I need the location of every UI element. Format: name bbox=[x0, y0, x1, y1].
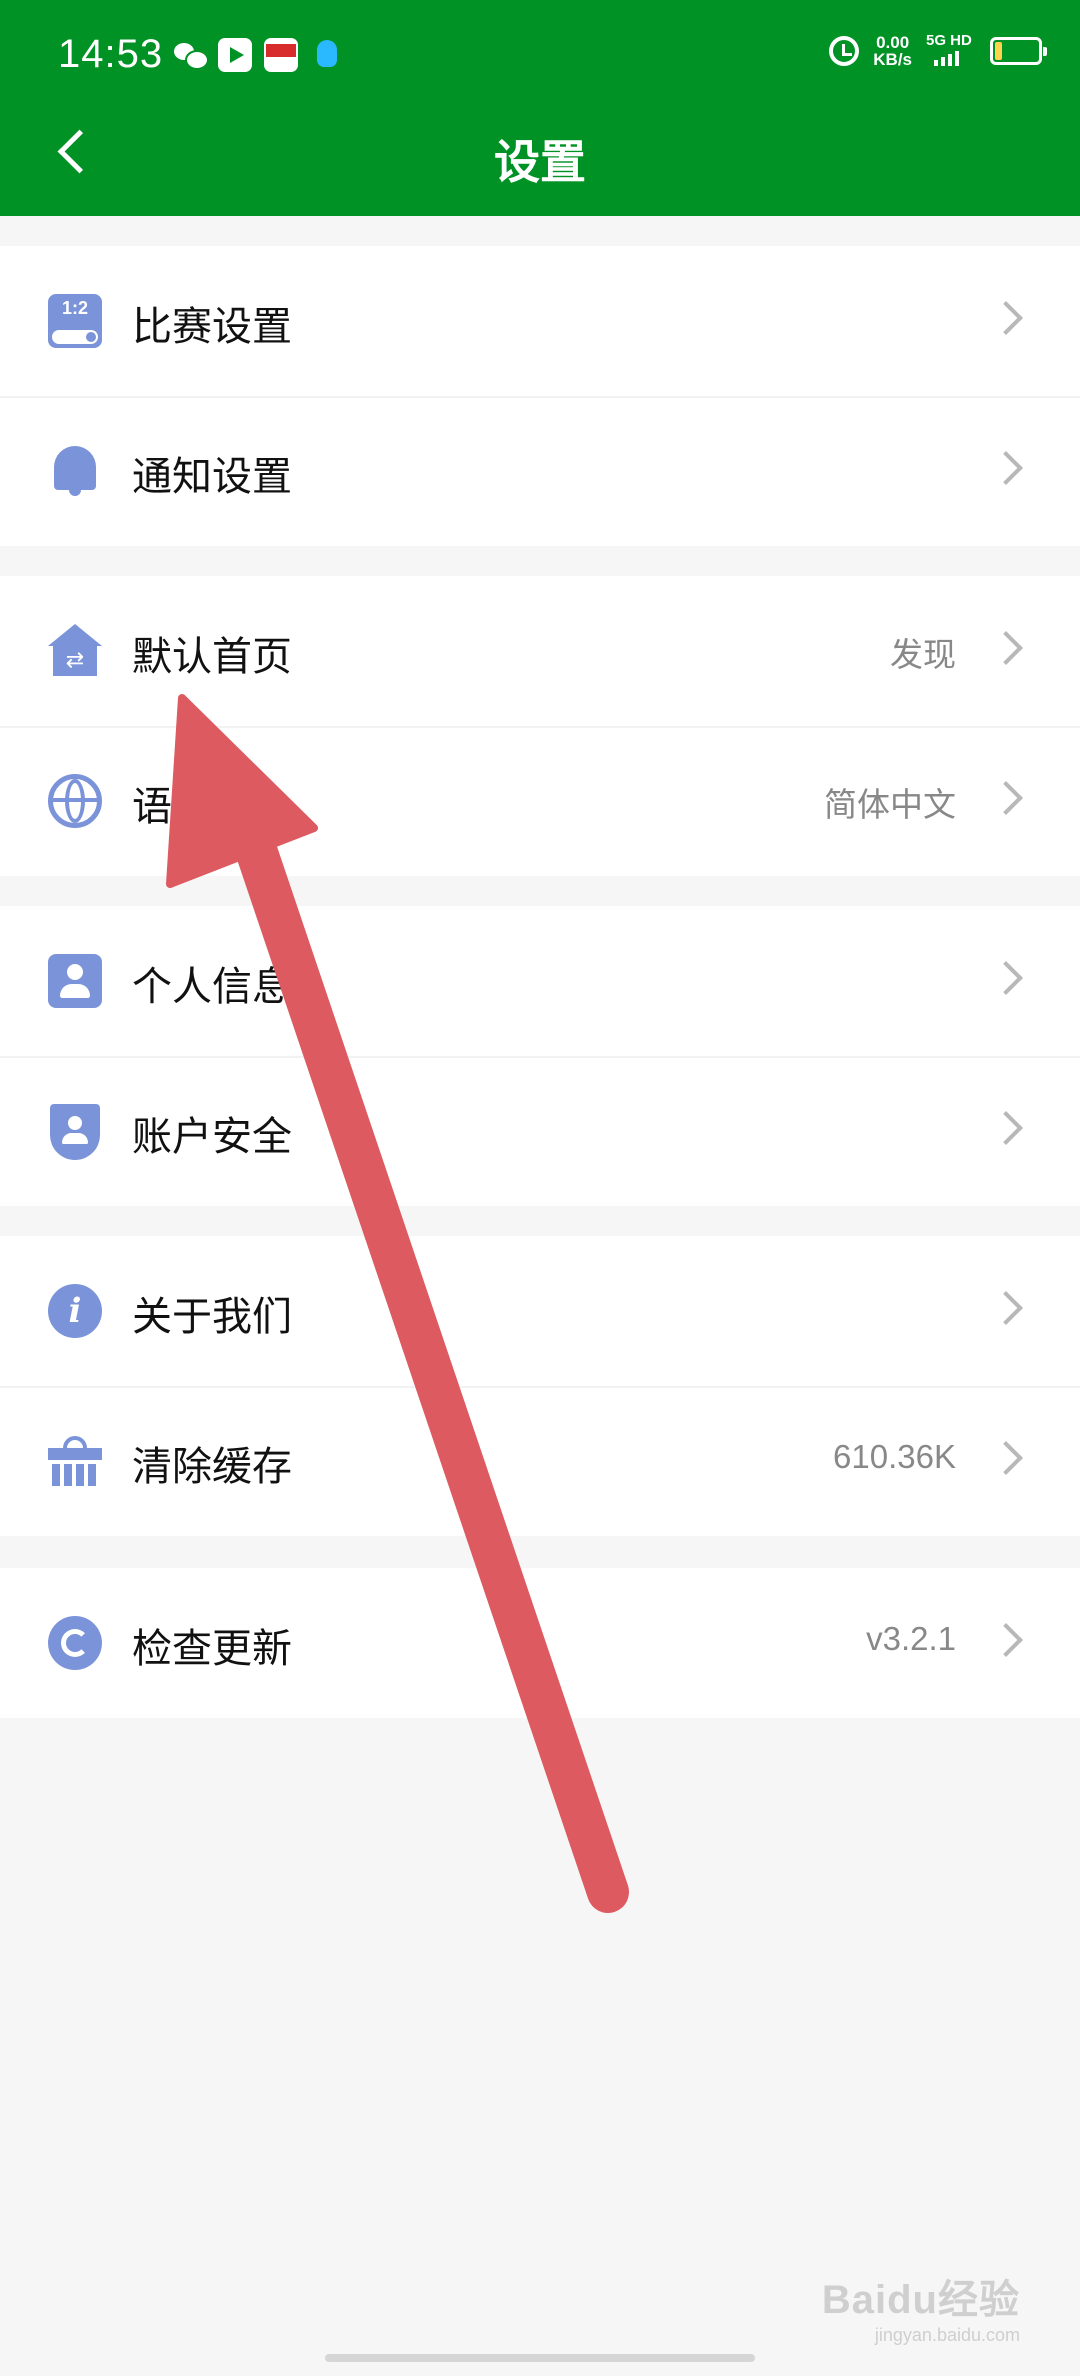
chevron-right-icon bbox=[989, 301, 1023, 335]
settings-item-account-security[interactable]: 账户安全 bbox=[0, 1056, 1080, 1206]
chevron-right-icon bbox=[989, 1441, 1023, 1475]
settings-item-label: 默认首页 bbox=[132, 634, 292, 680]
settings-item-value: 发现 bbox=[890, 636, 956, 673]
network-type: 5G HD bbox=[926, 32, 972, 49]
settings-item-notification[interactable]: 通知设置 bbox=[0, 396, 1080, 546]
signal-icon: 5G HD bbox=[926, 32, 976, 68]
chevron-right-icon bbox=[989, 781, 1023, 815]
settings-item-label: 关于我们 bbox=[132, 1294, 292, 1340]
baidu-watermark: Baidu经验 jingyan.baidu.com bbox=[822, 2267, 1020, 2346]
news-app-icon bbox=[264, 38, 298, 72]
settings-item-label: 检查更新 bbox=[132, 1626, 292, 1672]
chevron-right-icon bbox=[989, 631, 1023, 665]
watermark-text: Baidu经验 bbox=[821, 2278, 1020, 2322]
settings-item-check-update[interactable]: 检查更新 v3.2.1 bbox=[0, 1568, 1080, 1718]
globe-icon bbox=[48, 774, 102, 828]
status-time: 14:53 bbox=[58, 32, 164, 76]
settings-item-value: v3.2.1 bbox=[866, 1620, 956, 1657]
net-speed: 0.00 KB/s bbox=[873, 34, 912, 68]
match-score-icon: 1:2 bbox=[48, 294, 102, 348]
wechat-icon bbox=[172, 38, 209, 72]
settings-group-4: i 关于我们 清除缓存 610.36K bbox=[0, 1236, 1080, 1536]
settings-item-label: 语言 bbox=[132, 784, 212, 830]
settings-group-2: 默认首页 发现 语言 简体中文 bbox=[0, 576, 1080, 876]
battery-icon bbox=[990, 37, 1047, 65]
settings-item-clear-cache[interactable]: 清除缓存 610.36K bbox=[0, 1386, 1080, 1536]
qq-icon bbox=[310, 38, 344, 72]
home-switch-icon bbox=[48, 624, 102, 678]
refresh-icon bbox=[48, 1616, 102, 1670]
chevron-right-icon bbox=[989, 451, 1023, 485]
app-header: 14:53 0.00 KB/s 5G HD 设置 bbox=[0, 0, 1080, 216]
shield-user-icon bbox=[48, 1104, 102, 1160]
chevron-right-icon bbox=[989, 1111, 1023, 1145]
status-notification-icons bbox=[172, 38, 344, 72]
settings-group-1: 1:2 比赛设置 通知设置 bbox=[0, 246, 1080, 546]
settings-item-profile[interactable]: 个人信息 bbox=[0, 906, 1080, 1056]
alarm-icon bbox=[829, 36, 860, 66]
chevron-right-icon bbox=[989, 1291, 1023, 1325]
settings-item-language[interactable]: 语言 简体中文 bbox=[0, 726, 1080, 876]
settings-item-label: 账户安全 bbox=[132, 1114, 292, 1160]
settings-group-3: 个人信息 账户安全 bbox=[0, 906, 1080, 1206]
bell-icon bbox=[48, 444, 102, 498]
home-indicator[interactable] bbox=[325, 2354, 755, 2362]
settings-item-about[interactable]: i 关于我们 bbox=[0, 1236, 1080, 1386]
page-title: 设置 bbox=[494, 135, 586, 189]
settings-item-value: 610.36K bbox=[833, 1438, 956, 1475]
net-speed-unit: KB/s bbox=[873, 50, 912, 69]
settings-item-label: 比赛设置 bbox=[132, 304, 292, 350]
settings-item-label: 个人信息 bbox=[132, 964, 292, 1010]
video-app-icon bbox=[218, 38, 252, 72]
chevron-right-icon bbox=[989, 1623, 1023, 1657]
settings-item-value: 简体中文 bbox=[824, 786, 956, 823]
settings-item-label: 清除缓存 bbox=[132, 1444, 292, 1490]
status-system-icons: 0.00 KB/s 5G HD bbox=[829, 32, 1047, 68]
settings-item-match[interactable]: 1:2 比赛设置 bbox=[0, 246, 1080, 396]
basket-icon bbox=[48, 1434, 102, 1488]
settings-item-label: 通知设置 bbox=[132, 454, 292, 500]
info-icon: i bbox=[48, 1284, 102, 1338]
settings-group-5: 检查更新 v3.2.1 bbox=[0, 1568, 1080, 1718]
chevron-right-icon bbox=[989, 961, 1023, 995]
watermark-url: jingyan.baidu.com bbox=[874, 2325, 1020, 2345]
person-card-icon bbox=[48, 954, 102, 1008]
settings-item-default-home[interactable]: 默认首页 发现 bbox=[0, 576, 1080, 726]
